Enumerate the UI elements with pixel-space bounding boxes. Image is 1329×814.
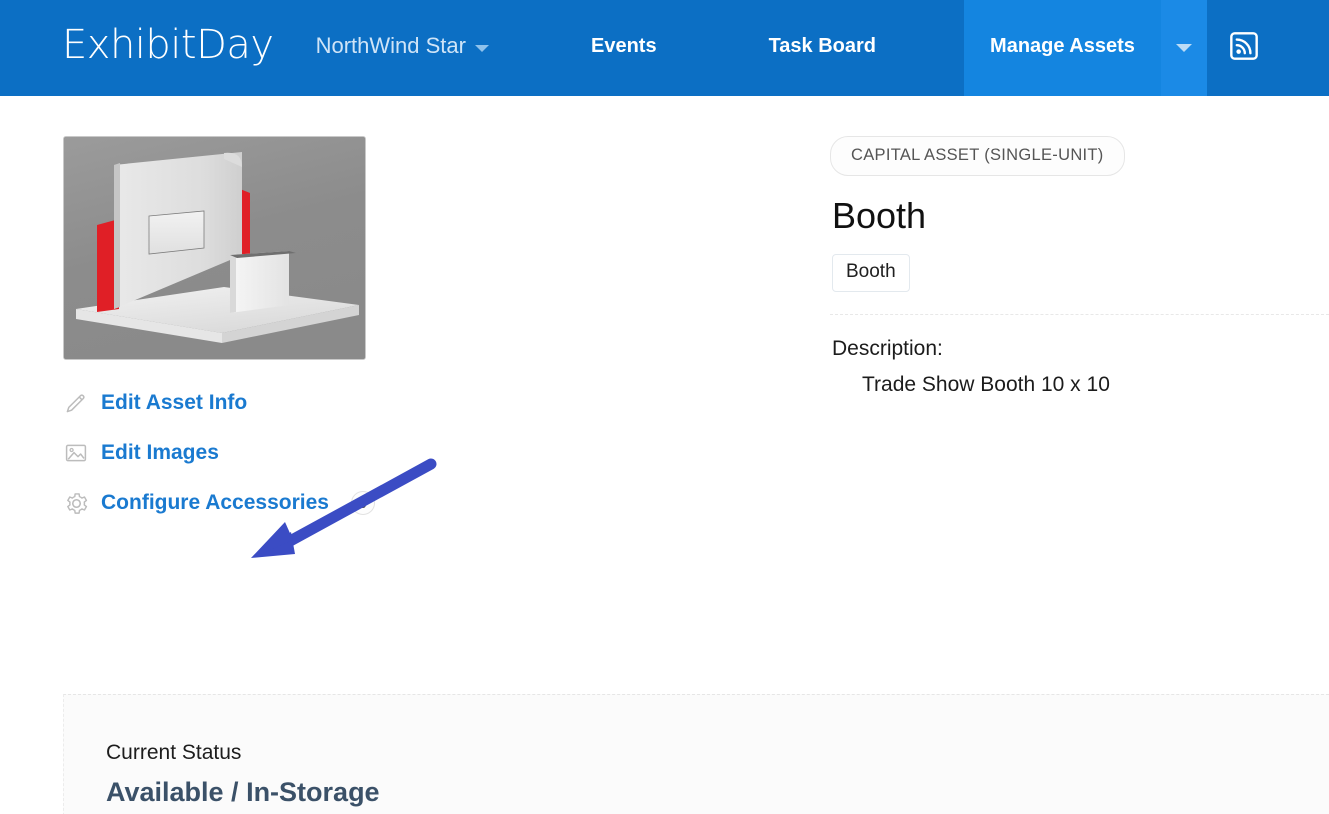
edit-images-label: Edit Images xyxy=(101,441,219,464)
current-status-value: Available / In-Storage xyxy=(106,777,380,807)
nav-item-events-label: Events xyxy=(590,34,657,57)
rss-feed-button[interactable] xyxy=(1207,0,1281,96)
edit-images-link[interactable]: Edit Images xyxy=(63,428,386,478)
nav-manage-assets-dropdown-button[interactable] xyxy=(1160,0,1207,96)
nav-item-manage-assets-label: Manage Assets xyxy=(990,34,1135,57)
description-value: Trade Show Booth 10 x 10 xyxy=(862,373,1110,396)
gear-icon xyxy=(63,490,89,516)
nav-manage-assets-group: Manage Assets xyxy=(964,0,1207,96)
app-logo[interactable]: ExhibitDay xyxy=(0,0,300,96)
asset-tag[interactable]: Booth xyxy=(832,254,910,292)
rss-feed-icon xyxy=(1230,32,1258,60)
nav-item-events[interactable]: Events xyxy=(563,0,685,96)
nav-item-manage-assets[interactable]: Manage Assets xyxy=(964,0,1161,96)
chevron-down-icon xyxy=(1175,44,1192,52)
asset-actions-list: Edit Asset Info Edit Images Configure Ac… xyxy=(63,378,386,528)
pencil-icon xyxy=(63,390,89,416)
top-navigation-bar: ExhibitDay NorthWind Star Events Task Bo… xyxy=(0,0,1329,96)
asset-summary-section: Edit Asset Info Edit Images Configure Ac… xyxy=(0,96,1329,528)
image-icon xyxy=(63,440,89,466)
accessories-count-badge: 0 xyxy=(350,491,375,515)
nav-item-task-board-label: Task Board xyxy=(768,34,877,57)
configure-accessories-link[interactable]: Configure Accessories 0 xyxy=(63,478,386,528)
asset-thumbnail-image[interactable] xyxy=(63,136,366,360)
chevron-down-icon xyxy=(474,44,489,52)
workspace-switcher[interactable]: NorthWind Star xyxy=(300,0,505,96)
asset-left-column: Edit Asset Info Edit Images Configure Ac… xyxy=(0,136,386,528)
current-status-label: Current Status xyxy=(106,741,242,764)
configure-accessories-label: Configure Accessories xyxy=(101,491,329,514)
asset-right-column: CAPITAL ASSET (SINGLE-UNIT) Booth Booth … xyxy=(386,136,1329,528)
asset-type-badge: CAPITAL ASSET (SINGLE-UNIT) xyxy=(830,136,1125,176)
nav-item-task-board[interactable]: Task Board xyxy=(741,0,904,96)
edit-asset-info-label: Edit Asset Info xyxy=(101,391,248,414)
current-status-panel: Current Status Available / In-Storage Co… xyxy=(63,694,1329,814)
description-label: Description: xyxy=(832,337,943,360)
section-divider xyxy=(830,314,1329,315)
edit-asset-info-link[interactable]: Edit Asset Info xyxy=(63,378,386,428)
workspace-name: NorthWind Star xyxy=(315,33,466,58)
asset-detail-page: Edit Asset Info Edit Images Configure Ac… xyxy=(0,96,1329,814)
asset-name-heading: Booth xyxy=(832,195,927,236)
